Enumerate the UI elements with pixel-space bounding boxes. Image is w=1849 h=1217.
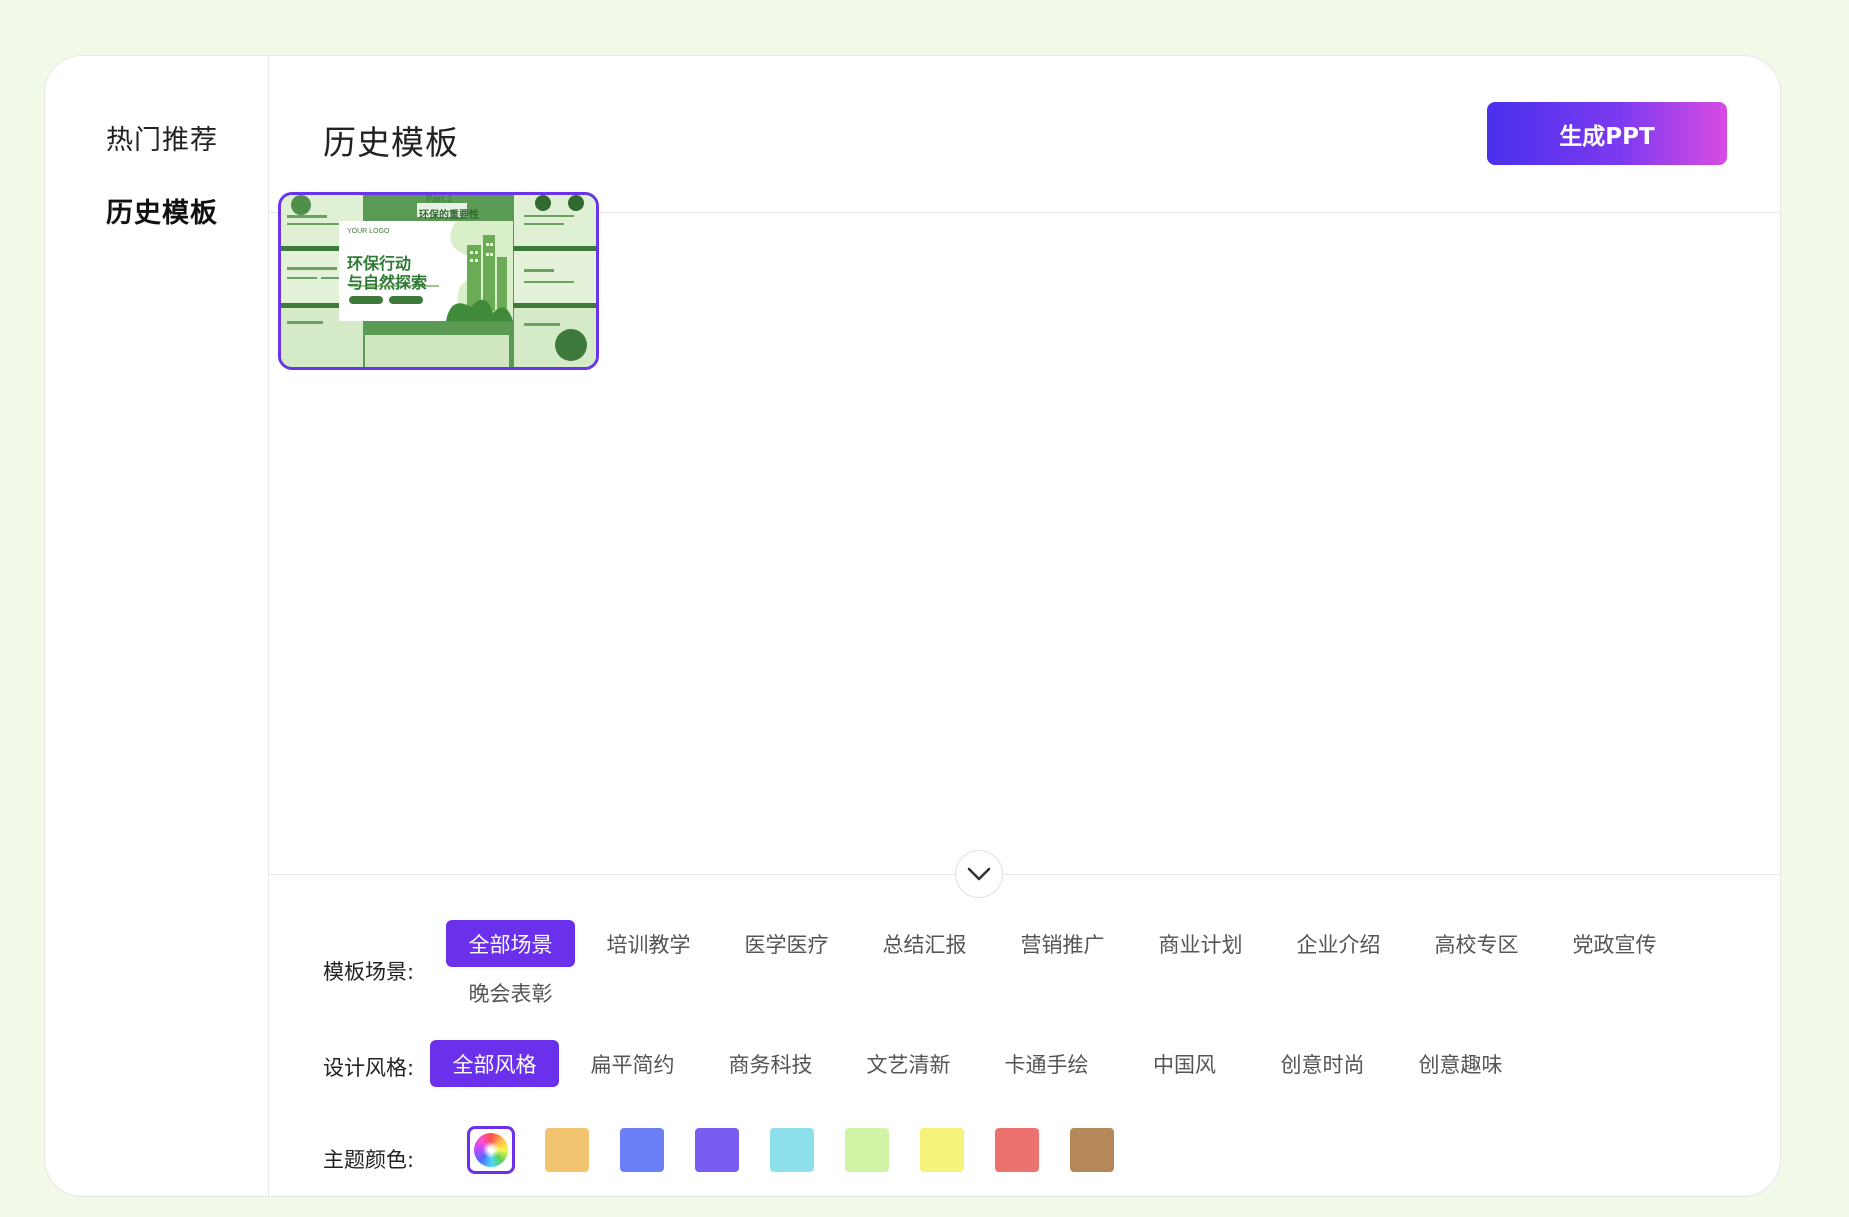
scene-chip-summary[interactable]: 总结汇报 <box>860 920 989 967</box>
style-chip-flat[interactable]: 扁平简约 <box>568 1040 697 1087</box>
style-chip-artsy[interactable]: 文艺清新 <box>844 1040 973 1087</box>
thumbnail-section-title: 环保的重要性 <box>419 210 479 221</box>
header: 历史模板 生成PPT <box>269 56 1780 213</box>
panel-divider <box>268 874 1781 875</box>
style-chip-fashion[interactable]: 创意时尚 <box>1258 1040 1387 1087</box>
page-title: 历史模板 <box>323 123 459 162</box>
color-swatch[interactable] <box>920 1128 964 1172</box>
style-filter-label: 设计风格: <box>323 1056 415 1080</box>
style-chip-cartoon[interactable]: 卡通手绘 <box>982 1040 1111 1087</box>
style-chip-tech[interactable]: 商务科技 <box>706 1040 835 1087</box>
color-swatch[interactable] <box>695 1128 739 1172</box>
scene-chip-medical[interactable]: 医学医疗 <box>722 920 851 967</box>
scene-chip-training[interactable]: 培训教学 <box>584 920 713 967</box>
scene-chip-marketing[interactable]: 营销推广 <box>998 920 1127 967</box>
style-chip-all[interactable]: 全部风格 <box>430 1040 559 1087</box>
thumbnail-logo-text: YOUR LOGO <box>347 228 390 235</box>
template-thumbnail[interactable]: Part 1 环保的重要性 YOUR LOGO 环保行动 与自然探索 <box>278 192 599 370</box>
sidebar-item-hot[interactable]: 热门推荐 <box>106 118 218 157</box>
scene-filter-label: 模板场景: <box>323 960 415 984</box>
scene-chip-company[interactable]: 企业介绍 <box>1274 920 1403 967</box>
scene-chip-party[interactable]: 党政宣传 <box>1550 920 1679 967</box>
color-filter-label: 主题颜色: <box>323 1148 415 1172</box>
scene-chip-business[interactable]: 商业计划 <box>1136 920 1265 967</box>
sidebar-item-history[interactable]: 历史模板 <box>106 191 218 230</box>
color-swatch-all[interactable] <box>467 1126 515 1174</box>
color-wheel-icon <box>474 1133 508 1167</box>
generate-ppt-button[interactable]: 生成PPT <box>1487 102 1727 165</box>
scene-chip-university[interactable]: 高校专区 <box>1412 920 1541 967</box>
sidebar: 热门推荐 历史模板 <box>45 56 269 1196</box>
color-swatch[interactable] <box>545 1128 589 1172</box>
thumbnail-title-line2: 与自然探索 <box>347 275 428 292</box>
thumbnail-part-label: Part 1 <box>426 194 453 205</box>
color-swatch[interactable] <box>770 1128 814 1172</box>
color-swatch[interactable] <box>845 1128 889 1172</box>
chevron-down-icon <box>967 867 991 881</box>
style-chip-fun[interactable]: 创意趣味 <box>1396 1040 1525 1087</box>
scene-chip-gala[interactable]: 晚会表彰 <box>446 969 575 1016</box>
style-chip-chinese[interactable]: 中国风 <box>1120 1040 1249 1087</box>
color-swatch[interactable] <box>620 1128 664 1172</box>
scene-chip-all[interactable]: 全部场景 <box>446 920 575 967</box>
color-swatch[interactable] <box>995 1128 1039 1172</box>
color-swatch[interactable] <box>1070 1128 1114 1172</box>
collapse-button[interactable] <box>955 850 1003 898</box>
